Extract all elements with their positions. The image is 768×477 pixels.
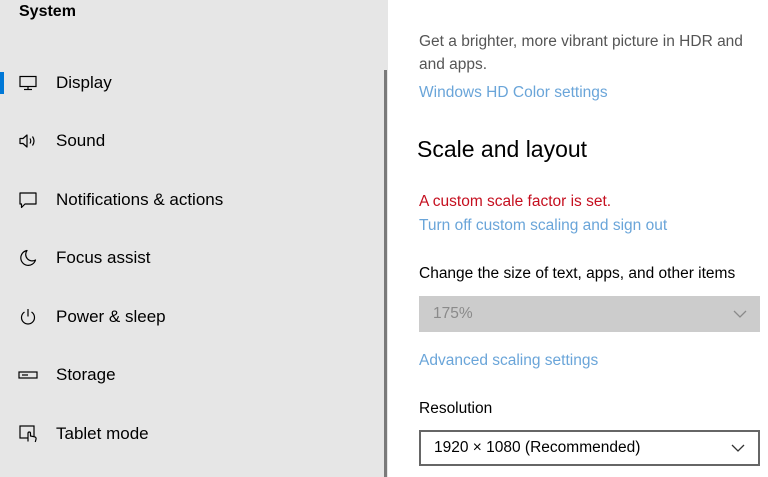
- section-title: Scale and layout: [417, 136, 588, 162]
- windows-hd-color-settings-link[interactable]: Windows HD Color settings: [419, 84, 608, 102]
- speaker-icon: [18, 131, 38, 151]
- sidebar: System Display Sound Notifications & act…: [0, 0, 388, 477]
- moon-icon: [18, 248, 38, 268]
- sidebar-scrollbar[interactable]: [384, 70, 387, 477]
- power-icon: [18, 307, 38, 327]
- sidebar-item-label: Tablet mode: [56, 424, 149, 443]
- main-content: Get a brighter, more vibrant picture in …: [388, 0, 768, 477]
- sidebar-item-label: Display: [56, 73, 112, 92]
- sidebar-item-storage[interactable]: Storage: [0, 355, 382, 395]
- hdr-description: Get a brighter, more vibrant picture in …: [419, 30, 768, 76]
- scale-dropdown-value: 175%: [433, 305, 473, 322]
- turn-off-custom-scaling-link[interactable]: Turn off custom scaling and sign out: [419, 217, 667, 235]
- resolution-label: Resolution: [419, 400, 493, 417]
- hdr-description-line: Get a brighter, more vibrant picture in …: [419, 33, 743, 50]
- sidebar-item-display[interactable]: Display: [0, 63, 382, 103]
- sidebar-item-label: Sound: [56, 131, 106, 150]
- scale-label: Change the size of text, apps, and other…: [419, 265, 736, 282]
- sidebar-item-label: Storage: [56, 365, 116, 384]
- sidebar-item-sound[interactable]: Sound: [0, 121, 382, 161]
- sidebar-item-focus-assist[interactable]: Focus assist: [0, 238, 382, 278]
- resolution-dropdown[interactable]: 1920 × 1080 (Recommended): [419, 430, 760, 466]
- scale-dropdown[interactable]: 175%: [419, 296, 760, 332]
- advanced-scaling-settings-link[interactable]: Advanced scaling settings: [419, 352, 598, 370]
- chevron-down-icon: [731, 444, 745, 452]
- storage-icon: [18, 365, 38, 385]
- tablet-mode-icon: [18, 424, 38, 444]
- sidebar-title: System: [19, 3, 76, 20]
- sidebar-item-tablet-mode[interactable]: Tablet mode: [0, 414, 382, 454]
- custom-scale-warning: A custom scale factor is set.: [419, 193, 612, 210]
- sidebar-item-label: Focus assist: [56, 248, 151, 267]
- settings-window: System Display Sound Notifications & act…: [0, 0, 768, 477]
- selection-indicator: [0, 72, 4, 94]
- sidebar-item-notifications[interactable]: Notifications & actions: [0, 180, 382, 220]
- notifications-icon: [18, 190, 38, 210]
- hdr-description-line: and apps.: [419, 56, 488, 73]
- sidebar-item-label: Power & sleep: [56, 307, 166, 326]
- sidebar-item-label: Notifications & actions: [56, 190, 224, 209]
- sidebar-item-power-sleep[interactable]: Power & sleep: [0, 297, 382, 337]
- monitor-icon: [18, 73, 38, 93]
- resolution-dropdown-value: 1920 × 1080 (Recommended): [434, 439, 641, 456]
- chevron-down-icon: [733, 310, 747, 318]
